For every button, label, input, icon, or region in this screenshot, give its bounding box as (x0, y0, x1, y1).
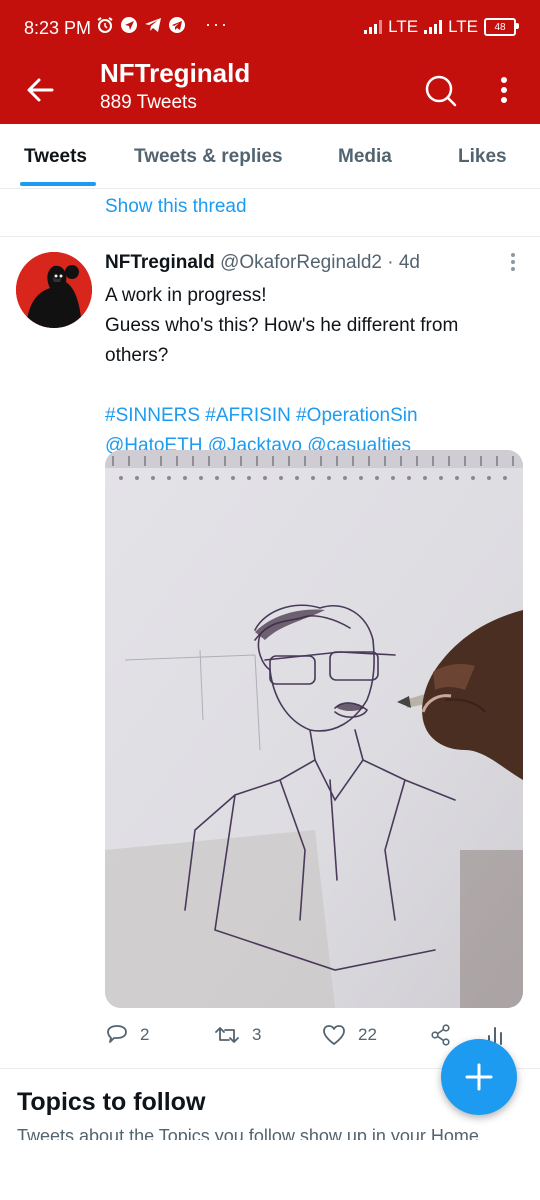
back-arrow-icon[interactable] (22, 72, 58, 108)
signal-icon (364, 20, 383, 34)
network-label-2: LTE (448, 17, 478, 36)
active-tab-indicator (20, 182, 96, 186)
like-button[interactable]: 22 (322, 1024, 377, 1046)
tab-likes[interactable]: Likes (458, 146, 507, 168)
tweet-media-image[interactable] (105, 450, 523, 1008)
network-label-1: LTE (388, 17, 419, 36)
like-count: 22 (358, 1025, 377, 1044)
reply-icon (107, 1025, 127, 1043)
alarm-icon (97, 17, 113, 33)
profile-tabs: Tweets Tweets & replies Media Likes (0, 124, 540, 189)
retweet-count: 3 (252, 1025, 262, 1044)
search-icon[interactable] (420, 70, 460, 110)
tweet-more-icon[interactable] (506, 250, 520, 274)
navigation-icon (121, 17, 137, 33)
battery-level: 48 (494, 21, 506, 33)
more-notifications-icon: ··· (205, 14, 229, 34)
heart-icon (323, 1025, 345, 1045)
topics-heading: Topics to follow (17, 1088, 206, 1116)
signal-icon (424, 20, 443, 34)
more-vertical-icon[interactable] (490, 68, 518, 112)
avatar[interactable] (16, 252, 92, 328)
reply-count: 2 (140, 1025, 150, 1044)
telegram-icon (169, 17, 185, 33)
status-right: LTE LTE 48 (364, 17, 519, 37)
tweet-text-line: Guess who's this? How's he different fro… (105, 315, 459, 336)
profile-title: NFTreginald (100, 58, 251, 88)
share-icon (431, 1024, 450, 1046)
topics-description: Tweets about the Topics you follow show … (17, 1126, 479, 1140)
status-bar: 8:23 PM ··· LTE LTE 48 (0, 0, 540, 58)
reply-button[interactable]: 2 (106, 1024, 149, 1046)
divider (0, 236, 540, 237)
profile-header: NFTreginald 889 Tweets (0, 58, 540, 124)
battery-icon: 48 (484, 18, 519, 36)
plus-icon (465, 1063, 493, 1091)
avatar-artwork (16, 252, 92, 328)
share-button[interactable] (430, 1024, 452, 1046)
tweet-time: · 4d (387, 252, 420, 273)
notification-icons (96, 16, 186, 34)
retweet-button[interactable]: 3 (214, 1024, 261, 1046)
tweet-author-handle[interactable]: @OkaforReginald2 (220, 252, 382, 273)
tweet-author-name[interactable]: NFTreginald (105, 252, 215, 273)
tab-media[interactable]: Media (338, 146, 392, 168)
tab-tweets[interactable]: Tweets (24, 146, 87, 168)
tweet-text-line: A work in progress! (105, 285, 267, 306)
retweet-icon (215, 1027, 239, 1043)
tweet-header: NFTreginald @OkaforReginald2 · 4d (105, 252, 420, 274)
show-thread-link[interactable]: Show this thread (105, 196, 247, 218)
tweet-count: 889 Tweets (100, 92, 197, 113)
tweet-hashtags[interactable]: #SINNERS #AFRISIN #OperationSin (105, 401, 525, 431)
tweet-text-line: others? (105, 345, 169, 366)
telegram-icon (145, 18, 161, 32)
tab-tweets-replies[interactable]: Tweets & replies (134, 146, 283, 168)
tweet-body: A work in progress! Guess who's this? Ho… (105, 281, 525, 461)
sketch-photo (105, 450, 523, 1008)
status-time: 8:23 PM (24, 18, 92, 38)
compose-tweet-button[interactable] (441, 1039, 517, 1115)
